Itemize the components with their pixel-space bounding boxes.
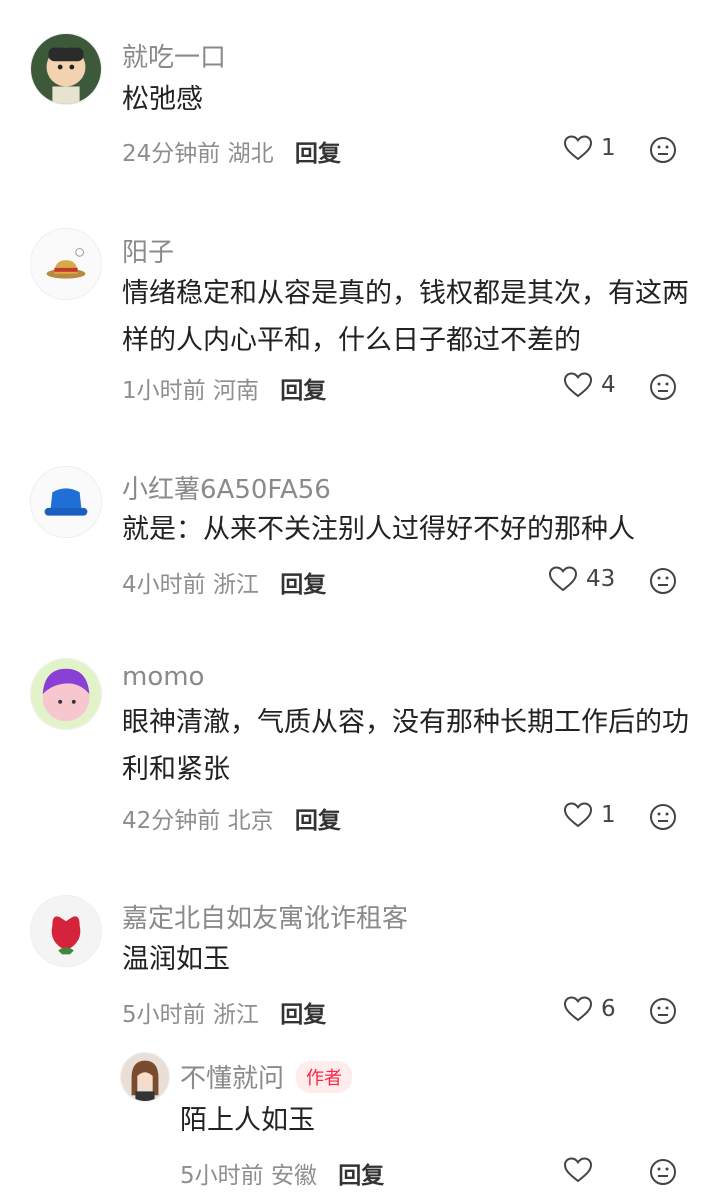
reply-time: 5小时前 — [180, 1163, 264, 1189]
reply-location: 安徽 — [270, 1163, 317, 1189]
emoji-face-icon[interactable] — [649, 1158, 677, 1186]
reply-item: 不懂就问 作者 陌上人如玉 5小时前 安徽 回复 — [0, 0, 719, 1200]
reply-meta: 5小时前 安徽 回复 — [180, 1156, 384, 1190]
reply-username-text[interactable]: 不懂就问 — [180, 1064, 284, 1094]
avatar[interactable] — [120, 1052, 170, 1102]
reply-username: 不懂就问 作者 — [180, 1058, 353, 1095]
like-button[interactable] — [563, 1156, 601, 1184]
author-badge: 作者 — [296, 1061, 353, 1093]
reply-button[interactable]: 回复 — [338, 1163, 384, 1189]
heart-outline-icon — [563, 1157, 593, 1183]
reply-text: 陌上人如玉 — [180, 1105, 315, 1136]
